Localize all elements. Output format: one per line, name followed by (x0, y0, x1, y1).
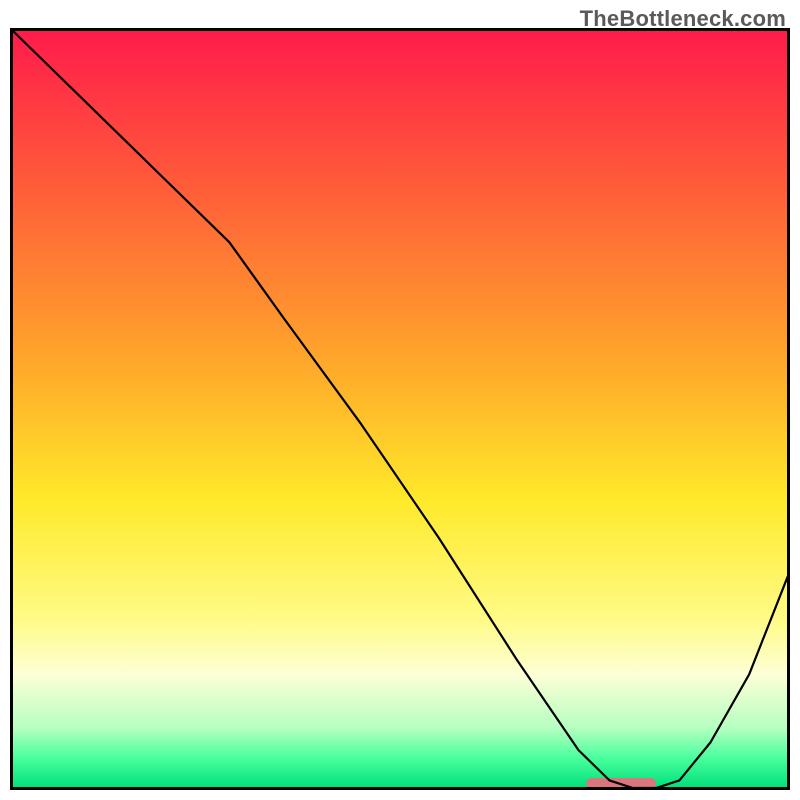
chart-container (10, 28, 790, 790)
watermark-text: TheBottleneck.com (580, 6, 786, 32)
bottleneck-chart (10, 28, 790, 790)
